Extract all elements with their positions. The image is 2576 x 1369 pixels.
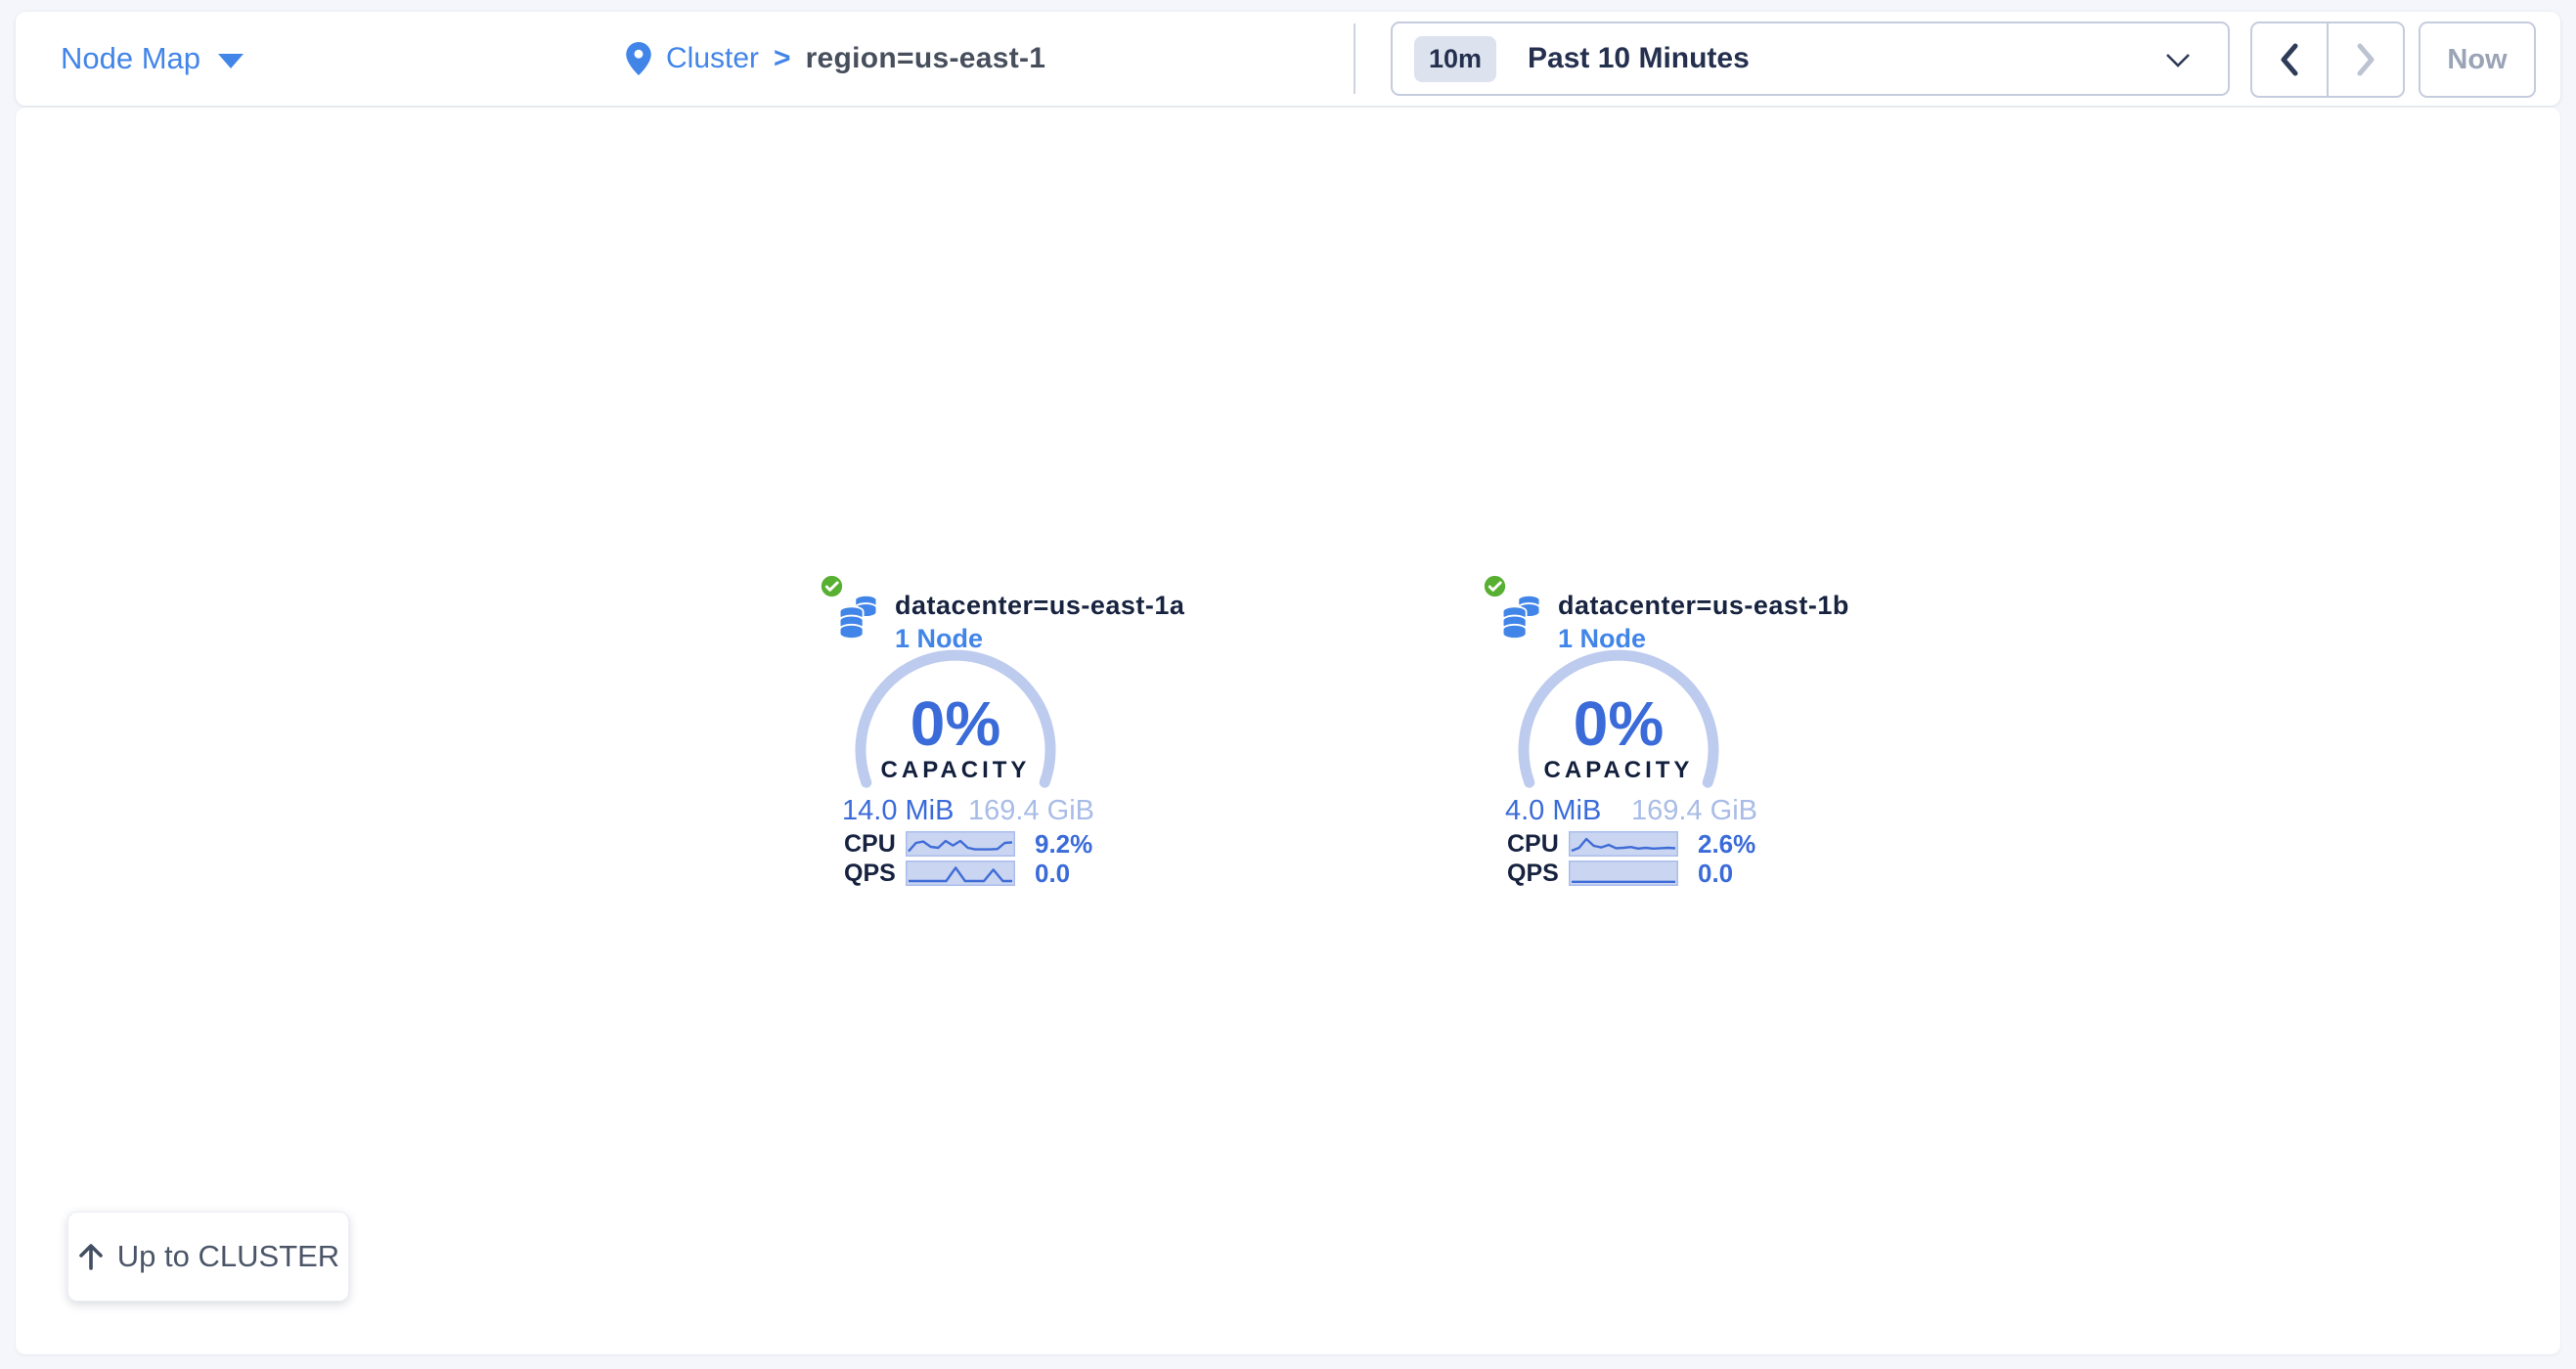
time-range-badge: 10m xyxy=(1414,36,1496,82)
view-selector-label: Node Map xyxy=(61,41,200,76)
capacity-values: 14.0 MiB 169.4 GiB xyxy=(842,795,1094,827)
locality-card[interactable]: datacenter=us-east-1b 1 Node 0% CAPACITY… xyxy=(1472,573,1765,909)
next-time-button[interactable] xyxy=(2328,22,2405,98)
cpu-value: 9.2% xyxy=(1035,829,1092,860)
metric-row-cpu: CPU 2.6% xyxy=(1507,829,1755,859)
cpu-label: CPU xyxy=(1507,830,1552,859)
capacity-percentage: 0% xyxy=(809,692,1102,755)
chevron-right-icon xyxy=(2355,43,2376,76)
capacity-used: 14.0 MiB xyxy=(842,795,954,827)
breadcrumb-current: region=us-east-1 xyxy=(806,42,1046,75)
view-selector[interactable]: Node Map xyxy=(61,12,244,106)
capacity-values: 4.0 MiB 169.4 GiB xyxy=(1505,795,1757,827)
cpu-value: 2.6% xyxy=(1698,829,1755,860)
metric-row-qps: QPS 0.0 xyxy=(1507,859,1733,888)
topbar-divider xyxy=(1354,23,1355,94)
now-button[interactable]: Now xyxy=(2419,22,2536,98)
cpu-sparkline xyxy=(1569,831,1678,857)
prev-time-button[interactable] xyxy=(2250,22,2328,98)
status-check-icon xyxy=(819,573,845,604)
breadcrumb-cluster-link[interactable]: Cluster xyxy=(666,42,759,75)
locality-title: datacenter=us-east-1b xyxy=(1558,589,1849,622)
arrow-up-icon xyxy=(77,1242,105,1271)
node-map-canvas: datacenter=us-east-1a 1 Node 0% CAPACITY… xyxy=(16,108,2560,1354)
locality-title: datacenter=us-east-1a xyxy=(895,589,1184,622)
topbar: Node Map Cluster > region=us-east-1 10m … xyxy=(16,12,2560,106)
qps-value: 0.0 xyxy=(1035,859,1070,889)
locality-header: datacenter=us-east-1a 1 Node xyxy=(895,589,1184,655)
locality-card[interactable]: datacenter=us-east-1a 1 Node 0% CAPACITY… xyxy=(809,573,1102,909)
chevron-left-icon xyxy=(2279,43,2300,76)
breadcrumb: Cluster > region=us-east-1 xyxy=(626,12,1045,106)
status-check-icon xyxy=(1482,573,1508,604)
time-range-label: Past 10 Minutes xyxy=(1528,42,1750,75)
location-pin-icon xyxy=(626,42,651,75)
qps-label: QPS xyxy=(1507,860,1552,888)
qps-value: 0.0 xyxy=(1698,859,1733,889)
up-to-cluster-label: Up to CLUSTER xyxy=(117,1239,339,1274)
locality-header: datacenter=us-east-1b 1 Node xyxy=(1558,589,1849,655)
breadcrumb-separator: > xyxy=(774,42,791,75)
capacity-total: 169.4 GiB xyxy=(968,795,1094,827)
capacity-label: CAPACITY xyxy=(1472,757,1765,784)
capacity-total: 169.4 GiB xyxy=(1631,795,1757,827)
time-nav-group xyxy=(2250,22,2405,98)
qps-label: QPS xyxy=(844,860,889,888)
cpu-label: CPU xyxy=(844,830,889,859)
caret-down-icon xyxy=(218,54,244,68)
capacity-used: 4.0 MiB xyxy=(1505,795,1601,827)
capacity-percentage: 0% xyxy=(1472,692,1765,755)
qps-sparkline xyxy=(1569,861,1678,886)
capacity-label: CAPACITY xyxy=(809,757,1102,784)
chevron-down-icon xyxy=(2165,53,2191,68)
metric-row-qps: QPS 0.0 xyxy=(844,859,1070,888)
qps-sparkline xyxy=(906,861,1015,886)
up-to-cluster-button[interactable]: Up to CLUSTER xyxy=(67,1212,349,1302)
time-range-selector[interactable]: 10m Past 10 Minutes xyxy=(1391,22,2230,96)
metric-row-cpu: CPU 9.2% xyxy=(844,829,1092,859)
cpu-sparkline xyxy=(906,831,1015,857)
